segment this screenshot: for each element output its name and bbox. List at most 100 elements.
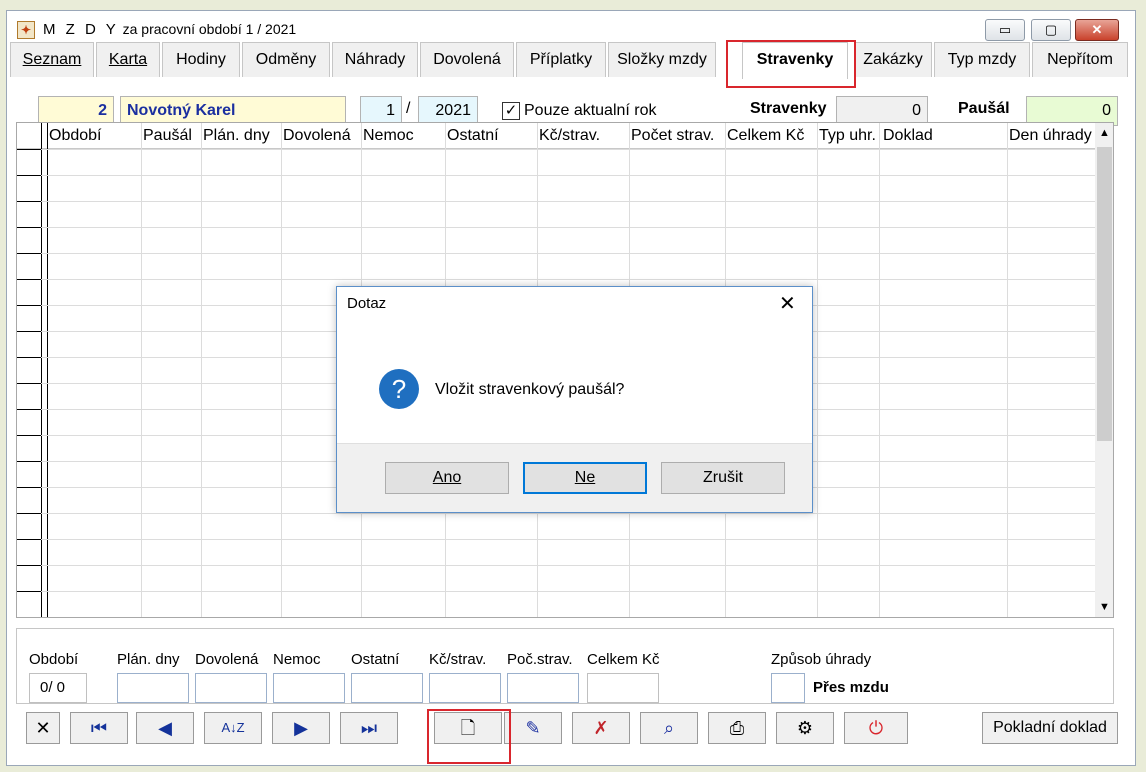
close-icon: ✕ bbox=[1091, 22, 1103, 37]
col-pocet-strav[interactable]: Počet strav. bbox=[631, 127, 714, 145]
first-record-button[interactable]: ⏮ bbox=[70, 712, 128, 744]
tab-seznam[interactable]: Seznam bbox=[10, 42, 94, 77]
last-record-button[interactable]: ⏭ bbox=[340, 712, 398, 744]
tab-label: Seznam bbox=[22, 51, 82, 68]
title-prefix: M Z D Y bbox=[43, 21, 119, 38]
tab-karta[interactable]: Karta bbox=[96, 42, 160, 77]
highlight-new-button bbox=[427, 709, 511, 764]
tools-button[interactable]: ⚙ bbox=[776, 712, 834, 744]
row-line bbox=[17, 591, 1095, 592]
detail-ostatni-field[interactable] bbox=[351, 673, 423, 703]
col-den-uhrady[interactable]: Den úhrady bbox=[1009, 127, 1092, 145]
no-label: Ne bbox=[574, 469, 596, 486]
row-marker bbox=[17, 227, 41, 228]
col-typ-uhr[interactable]: Typ uhr. bbox=[819, 127, 876, 145]
row-marker bbox=[17, 565, 41, 566]
zpusob-uhrady-field[interactable] bbox=[771, 673, 805, 703]
tab-typ-mzdy[interactable]: Typ mzdy bbox=[934, 42, 1030, 77]
detail-dovolena-field[interactable] bbox=[195, 673, 267, 703]
detail-label-obdobi: Období bbox=[29, 651, 79, 668]
window-title: M Z D Y za pracovní období 1 / 2021 bbox=[43, 21, 296, 38]
scroll-up-icon[interactable]: ▲ bbox=[1095, 123, 1113, 143]
zpusob-uhrady-label: Způsob úhrady bbox=[771, 651, 872, 668]
delete-record-button[interactable]: ✗ bbox=[572, 712, 630, 744]
detail-plan-dny-field[interactable] bbox=[117, 673, 189, 703]
power-button[interactable]: ⏻ bbox=[844, 712, 908, 744]
row-marker bbox=[17, 591, 41, 592]
pausal-label: Paušál bbox=[958, 100, 1010, 117]
col-nemoc[interactable]: Nemoc bbox=[363, 127, 414, 145]
period-separator: / bbox=[406, 100, 411, 117]
dialog-close-icon[interactable]: ✕ bbox=[779, 291, 796, 316]
col-obdobi[interactable]: Období bbox=[49, 127, 101, 145]
row-line bbox=[17, 227, 1095, 228]
tab-label: Hodiny bbox=[176, 51, 226, 68]
pokladni-doklad-button[interactable]: Pokladní doklad bbox=[982, 712, 1118, 744]
aktualni-rok-checkbox[interactable]: ✓ bbox=[502, 102, 520, 120]
tab-label: Příplatky bbox=[529, 51, 593, 68]
col-ostatni[interactable]: Ostatní bbox=[447, 127, 499, 145]
detail-poc-strav-field[interactable] bbox=[507, 673, 579, 703]
tab-hodiny[interactable]: Hodiny bbox=[162, 42, 240, 77]
cancel-button[interactable]: Zrušit bbox=[661, 462, 785, 494]
tab-label: Náhrady bbox=[344, 51, 406, 68]
scroll-down-icon[interactable]: ▼ bbox=[1095, 597, 1113, 617]
detail-label-kc-strav: Kč/strav. bbox=[429, 651, 487, 668]
dialog-message: Vložit stravenkový paušál? bbox=[435, 381, 625, 398]
detail-label-poc-strav: Poč.strav. bbox=[507, 651, 573, 668]
col-pausal[interactable]: Paušál bbox=[143, 127, 192, 145]
detail-label-celkem-kc: Celkem Kč bbox=[587, 651, 660, 668]
edit-record-button[interactable]: ✎ bbox=[504, 712, 562, 744]
dialog-title: Dotaz bbox=[347, 295, 387, 312]
row-line bbox=[17, 279, 1095, 280]
tab-neprit[interactable]: Nepřítom bbox=[1032, 42, 1128, 77]
tab-dovolena[interactable]: Dovolená bbox=[420, 42, 514, 77]
close-button[interactable]: ✕ bbox=[1075, 19, 1119, 41]
col-doklad[interactable]: Doklad bbox=[883, 127, 933, 145]
row-marker bbox=[17, 357, 41, 358]
tab-slozky-mzdy[interactable]: Složky mzdy bbox=[608, 42, 716, 77]
col-celkem-kc[interactable]: Celkem Kč bbox=[727, 127, 804, 145]
tab-bar: Seznam Karta Hodiny Odměny Náhrady Dovol… bbox=[10, 42, 1128, 79]
row-line bbox=[17, 253, 1095, 254]
detail-label-plan-dny: Plán. dny bbox=[117, 651, 180, 668]
tab-label: Odměny bbox=[255, 51, 317, 68]
col-plan-dny[interactable]: Plán. dny bbox=[203, 127, 270, 145]
app-icon[interactable]: ✦ bbox=[17, 21, 35, 39]
detail-kc-strav-field[interactable] bbox=[429, 673, 501, 703]
prev-record-button[interactable]: ◀ bbox=[136, 712, 194, 744]
row-marker bbox=[17, 305, 41, 306]
col-separator bbox=[201, 123, 202, 617]
scroll-thumb[interactable] bbox=[1097, 147, 1112, 441]
sort-button[interactable]: A↓Z bbox=[204, 712, 262, 744]
tab-priplatky[interactable]: Příplatky bbox=[516, 42, 606, 77]
vertical-scrollbar[interactable]: ▲ ▼ bbox=[1095, 123, 1113, 617]
row-marker bbox=[17, 201, 41, 202]
row-marker bbox=[17, 383, 41, 384]
row-marker bbox=[17, 409, 41, 410]
no-button[interactable]: Ne bbox=[523, 462, 647, 494]
detail-nemoc-field[interactable] bbox=[273, 673, 345, 703]
highlight-stravenky-tab bbox=[726, 40, 856, 88]
next-record-button[interactable]: ▶ bbox=[272, 712, 330, 744]
tab-nahrady[interactable]: Náhrady bbox=[332, 42, 418, 77]
tab-zakazky[interactable]: Zakázky bbox=[854, 42, 932, 77]
stravenky-label: Stravenky bbox=[750, 100, 827, 117]
col-dovolena[interactable]: Dovolená bbox=[283, 127, 351, 145]
minimize-button[interactable]: ▭ bbox=[985, 19, 1025, 41]
find-button[interactable]: ⌕ bbox=[640, 712, 698, 744]
detail-obdobi-field[interactable]: 0/ 0 bbox=[29, 673, 87, 703]
detail-label-ostatni: Ostatní bbox=[351, 651, 400, 668]
maximize-icon: ▢ bbox=[1044, 22, 1058, 37]
row-marker bbox=[17, 175, 41, 176]
cancel-tool-button[interactable]: ✕ bbox=[26, 712, 60, 744]
detail-celkem-kc-field[interactable] bbox=[587, 673, 659, 703]
tab-odmeny[interactable]: Odměny bbox=[242, 42, 330, 77]
row-marker bbox=[17, 331, 41, 332]
cancel-label: Zrušit bbox=[703, 469, 743, 486]
col-kc-strav[interactable]: Kč/strav. bbox=[539, 127, 600, 145]
maximize-button[interactable]: ▢ bbox=[1031, 19, 1071, 41]
print-button[interactable]: ⎙ bbox=[708, 712, 766, 744]
row-marker bbox=[17, 513, 41, 514]
yes-button[interactable]: Ano bbox=[385, 462, 509, 494]
